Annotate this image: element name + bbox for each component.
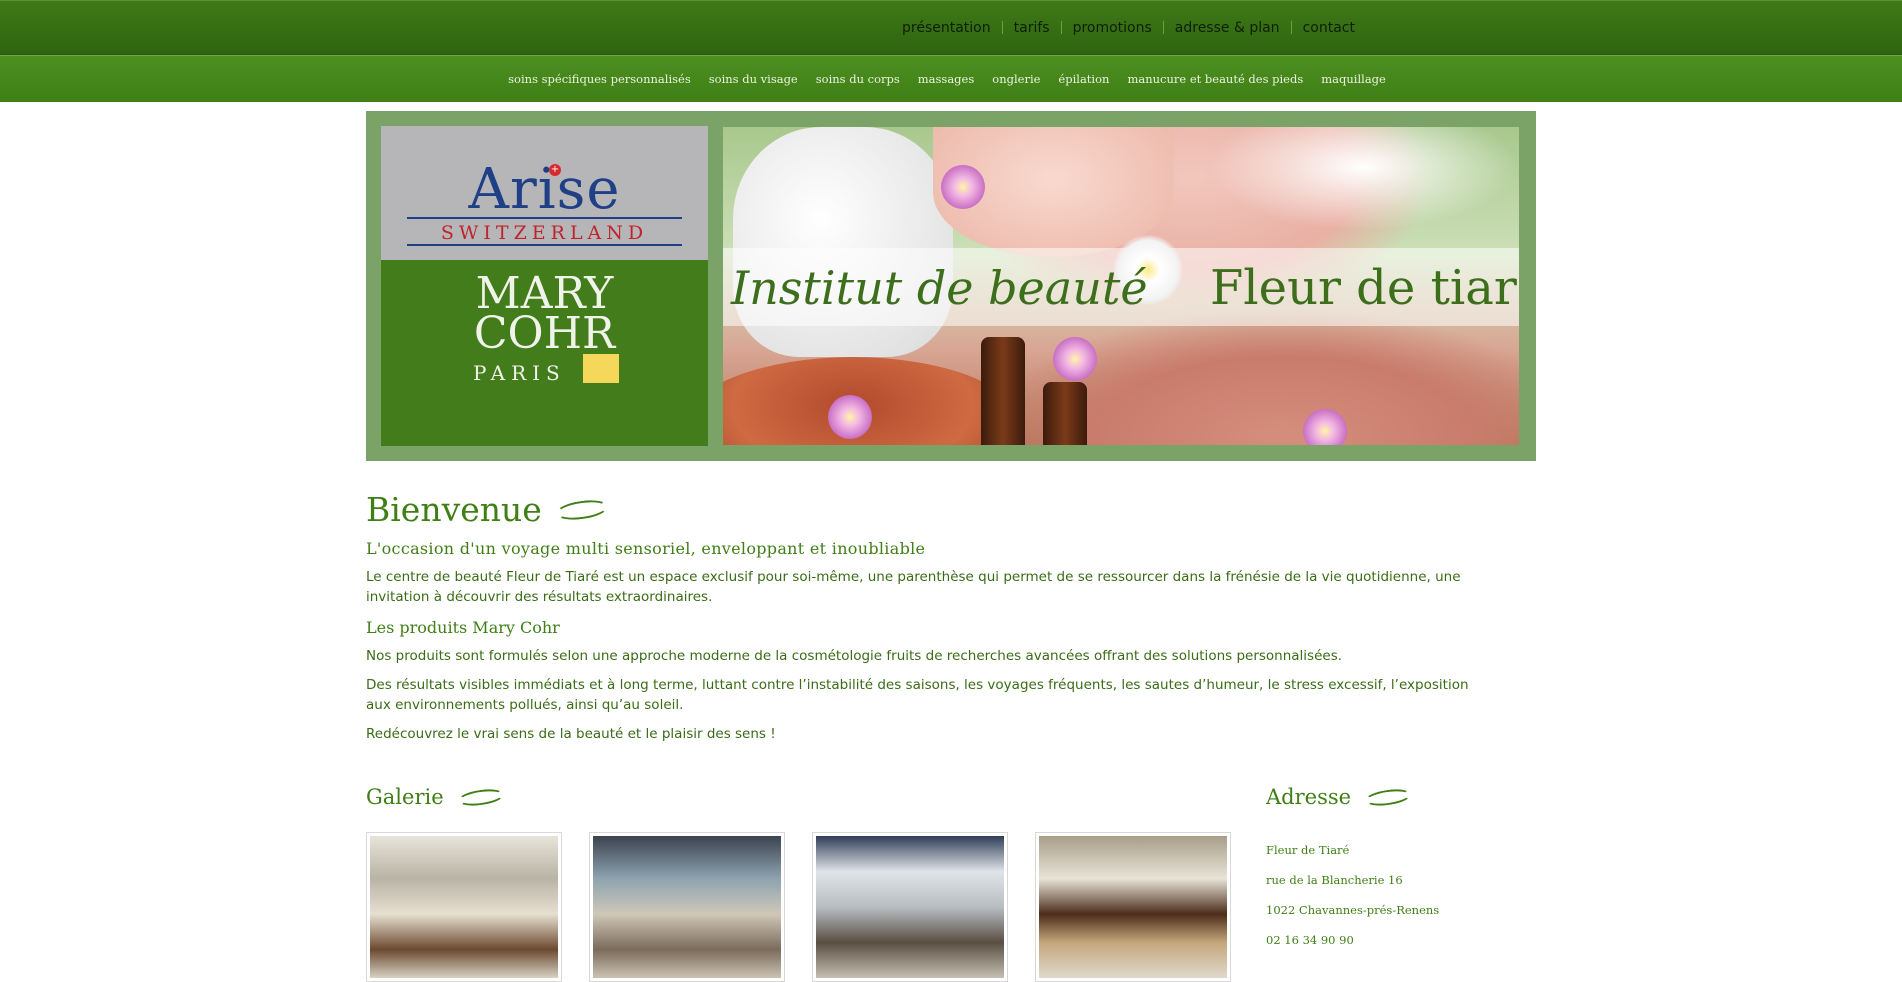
flower-icon — [1303, 409, 1347, 445]
mary-cohr-line2: COHR — [473, 308, 616, 359]
arise-logo-subtext: SWITZERLAND — [440, 222, 649, 244]
products-paragraph-2: Des résultats visibles immédiats et à lo… — [366, 677, 1469, 713]
nav-adresse-plan[interactable]: adresse & plan — [1164, 20, 1291, 36]
gallery-thumbnail[interactable] — [366, 832, 562, 982]
mary-cohr-logo: MARY COHR PARIS — [381, 260, 708, 446]
subnav-onglerie[interactable]: onglerie — [983, 72, 1049, 86]
gallery-thumbnail[interactable] — [812, 832, 1008, 982]
banner-title-fleur: Fleur de tiaré — [1210, 260, 1519, 316]
swash-ornament-icon — [554, 496, 609, 523]
gallery-thumbnail[interactable] — [589, 832, 785, 982]
swash-ornament-icon — [1364, 786, 1412, 808]
arise-switzerland-logo: Arise + SWITZERLAND — [381, 126, 708, 260]
lower-section: Galerie Adresse Fleur de Tiaré rue de la… — [366, 785, 1536, 982]
flower-icon — [828, 395, 872, 439]
header-banner: Arise + SWITZERLAND MARY COHR PARIS Inst… — [366, 111, 1536, 461]
bottle-shape — [981, 337, 1025, 445]
nav-promotions[interactable]: promotions — [1062, 20, 1163, 36]
gallery-thumbnail[interactable] — [1035, 832, 1231, 982]
products-paragraph-3: Redécouvrez le vrai sens de la beauté et… — [366, 726, 776, 742]
salon-photo — [370, 836, 558, 978]
address-street: rue de la Blancherie 16 — [1266, 873, 1403, 887]
products-heading: Les produits Mary Cohr — [366, 618, 560, 637]
swiss-cross-icon: + — [549, 164, 561, 176]
nav-contact[interactable]: contact — [1292, 20, 1366, 36]
services-nav: soins spécifiques personnalisés soins du… — [499, 72, 1395, 86]
logo-rule — [407, 217, 682, 219]
bowl-shape — [723, 357, 1023, 445]
subnav-massages[interactable]: massages — [909, 72, 984, 86]
address-city: 1022 Chavannes-prés-Renens — [1266, 903, 1440, 917]
brand-logos: Arise + SWITZERLAND MARY COHR PARIS — [381, 126, 708, 446]
subnav-manucure[interactable]: manucure et beauté des pieds — [1118, 72, 1312, 86]
gallery — [366, 832, 1258, 982]
nav-tarifs[interactable]: tarifs — [1003, 20, 1061, 36]
services-navigation-bar: soins spécifiques personnalisés soins du… — [0, 55, 1902, 102]
address-heading: Adresse — [1266, 785, 1439, 809]
banner-title-institut: Institut de beauté — [731, 261, 1148, 315]
salon-photo — [816, 836, 1004, 978]
welcome-title: Bienvenue — [366, 490, 542, 529]
subnav-maquillage[interactable]: maquillage — [1312, 72, 1395, 86]
mary-cohr-paris: PARIS — [473, 361, 566, 385]
address-lines: Fleur de Tiaré rue de la Blancherie 16 1… — [1266, 835, 1439, 955]
flower-icon — [1053, 337, 1097, 381]
welcome-section: Bienvenue L'occasion d'un voyage multi s… — [366, 490, 1536, 744]
subnav-soins-specifiques[interactable]: soins spécifiques personnalisés — [499, 72, 700, 86]
address-name: Fleur de Tiaré — [1266, 843, 1350, 857]
subnav-soins-corps[interactable]: soins du corps — [807, 72, 909, 86]
subnav-epilation[interactable]: épilation — [1049, 72, 1118, 86]
address-title: Adresse — [1266, 785, 1352, 809]
gallery-title: Galerie — [366, 785, 444, 809]
welcome-intro: Le centre de beauté Fleur de Tiaré est u… — [366, 569, 1461, 605]
address-block: Adresse Fleur de Tiaré rue de la Blanche… — [1266, 785, 1439, 955]
salon-photo — [1039, 836, 1227, 978]
welcome-subtitle: L'occasion d'un voyage multi sensoriel, … — [366, 539, 926, 558]
top-nav: présentation tarifs promotions adresse &… — [890, 1, 1366, 54]
top-navigation-bar: présentation tarifs promotions adresse &… — [0, 0, 1902, 55]
flower-icon — [941, 165, 985, 209]
logo-yellow-square — [583, 354, 619, 383]
swash-ornament-icon — [456, 786, 505, 808]
arise-logo-text: Arise — [468, 157, 621, 222]
products-paragraph-1: Nos produits sont formulés selon une app… — [366, 648, 1343, 664]
subnav-soins-visage[interactable]: soins du visage — [700, 72, 807, 86]
welcome-heading: Bienvenue — [366, 490, 1536, 529]
bottle-shape — [1043, 382, 1087, 445]
spa-banner-photo: Institut de beauté Fleur de tiaré — [723, 127, 1519, 445]
nav-presentation[interactable]: présentation — [890, 20, 1002, 36]
logo-rule — [407, 244, 682, 246]
salon-photo — [593, 836, 781, 978]
address-phone[interactable]: 02 16 34 90 90 — [1266, 925, 1439, 955]
